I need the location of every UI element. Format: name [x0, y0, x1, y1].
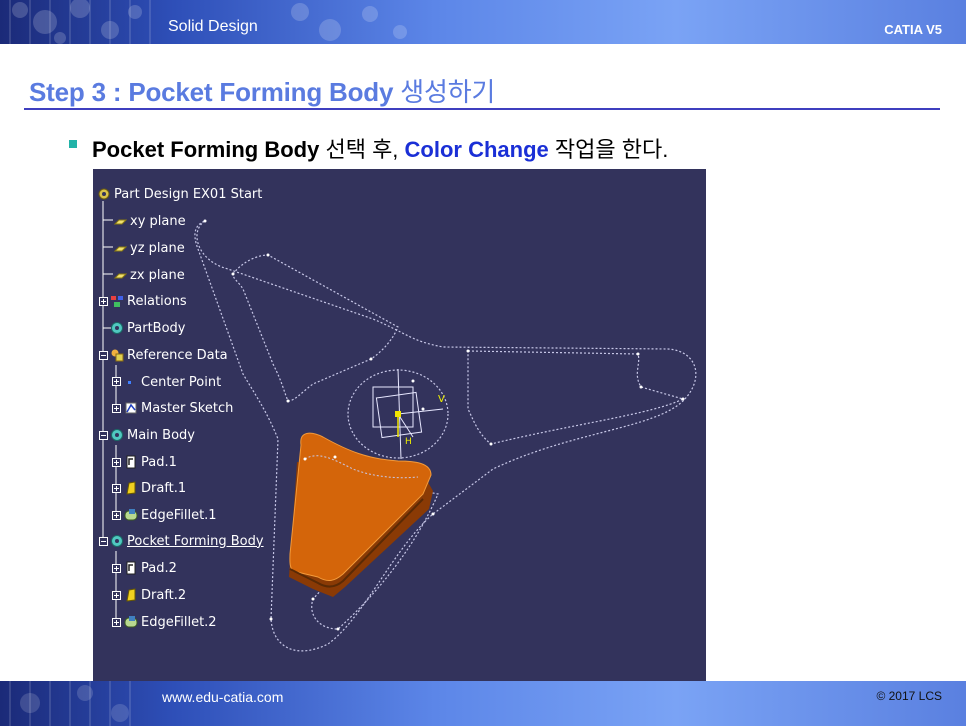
geometrical-set-icon — [110, 348, 124, 362]
footer-band: www.edu-catia.com © 2017 LCS — [0, 681, 966, 726]
reference-data-collapse-toggle[interactable] — [99, 351, 108, 360]
tree-item-label: Relations — [127, 293, 187, 309]
relations-icon — [110, 294, 124, 308]
bullet-part-3: Color Change — [404, 137, 549, 162]
tree-item-draft2[interactable]: Draft.2 — [124, 585, 186, 605]
catia-3d-viewport[interactable]: V H Part Design EX01 Start xy plane yz p… — [93, 169, 706, 681]
bullet-text: Pocket Forming Body 선택 후, Color Change 작… — [92, 132, 668, 164]
header-band: Solid Design CATIA V5 — [0, 0, 966, 44]
tree-item-relations[interactable]: Relations — [110, 291, 187, 311]
bullet-part-4: 작업을 한다. — [548, 137, 669, 162]
bullet-part-2: 선택 후, — [319, 137, 405, 162]
slide-title-en: Step 3 : Pocket Forming Body — [29, 77, 394, 107]
axis-label-v: V — [438, 394, 445, 405]
edge-fillet-icon — [124, 615, 138, 629]
tree-item-pocket-forming-body[interactable]: Pocket Forming Body — [110, 531, 264, 551]
slide-title-ko: 생성하기 — [393, 77, 496, 107]
master-sketch-expand-toggle[interactable] — [112, 404, 121, 413]
footer-website-link[interactable]: www.edu-catia.com — [162, 689, 283, 705]
tree-item-label: Part Design EX01 Start — [114, 186, 263, 202]
tree-item-label: EdgeFillet.1 — [141, 507, 217, 523]
edgefillet1-expand-toggle[interactable] — [112, 511, 121, 520]
tree-item-pad2[interactable]: Pad.2 — [124, 558, 177, 578]
body-gear-icon — [110, 428, 124, 442]
tree-item-label: yz plane — [130, 240, 185, 256]
tree-item-label: Center Point — [141, 374, 222, 390]
part-gear-icon — [97, 187, 111, 201]
tree-item-center-point[interactable]: Center Point — [124, 372, 221, 392]
pad1-expand-toggle[interactable] — [112, 458, 121, 467]
tree-item-edgefillet2[interactable]: EdgeFillet.2 — [124, 612, 217, 632]
tree-item-label: zx plane — [130, 267, 185, 283]
inner-pocket-outline-right — [467, 350, 685, 445]
relations-expand-toggle[interactable] — [99, 297, 108, 306]
tree-item-edgefillet1[interactable]: EdgeFillet.1 — [124, 505, 217, 525]
tree-item-reference-data[interactable]: Reference Data — [110, 345, 228, 365]
center-point-expand-toggle[interactable] — [112, 377, 121, 386]
draft-icon — [124, 588, 138, 602]
pad-icon — [124, 455, 138, 469]
tree-item-draft1[interactable]: Draft.1 — [124, 478, 186, 498]
tree-item-label: Draft.2 — [141, 587, 187, 603]
tree-item-zx-plane[interactable]: zx plane — [113, 265, 185, 285]
axis-label-h: H — [405, 437, 412, 447]
tree-item-xy-plane[interactable]: xy plane — [113, 211, 186, 231]
plane-icon — [113, 241, 128, 255]
pad-icon — [124, 561, 138, 575]
tree-item-yz-plane[interactable]: yz plane — [113, 238, 185, 258]
header-product-title: CATIA V5 — [884, 22, 942, 37]
header-section-title: Solid Design — [168, 18, 258, 35]
edgefillet2-expand-toggle[interactable] — [112, 618, 121, 627]
footer-copyright: © 2017 LCS — [876, 689, 942, 703]
pad2-expand-toggle[interactable] — [112, 564, 121, 573]
specification-tree: Part Design EX01 Start xy plane yz plane… — [93, 169, 353, 681]
draft2-expand-toggle[interactable] — [112, 591, 121, 600]
pocket-forming-body-collapse-toggle[interactable] — [99, 537, 108, 546]
tree-item-label: Pad.1 — [141, 454, 177, 470]
plane-icon — [113, 268, 128, 282]
tree-item-master-sketch[interactable]: Master Sketch — [124, 398, 233, 418]
tree-item-label: Draft.1 — [141, 480, 187, 496]
body-gear-icon — [110, 321, 124, 335]
point-icon — [124, 375, 138, 389]
tree-item-main-body[interactable]: Main Body — [110, 425, 195, 445]
tree-item-label: Reference Data — [127, 347, 228, 363]
body-gear-icon — [110, 534, 124, 548]
tree-item-label: Main Body — [127, 427, 195, 443]
tree-item-label: Pad.2 — [141, 560, 177, 576]
tree-item-pad1[interactable]: Pad.1 — [124, 452, 177, 472]
title-underline — [24, 108, 940, 110]
main-body-collapse-toggle[interactable] — [99, 431, 108, 440]
sketch-icon — [124, 401, 138, 415]
bullet-part-1: Pocket Forming Body — [92, 137, 320, 162]
tree-item-label: xy plane — [130, 213, 186, 229]
tree-item-label: PartBody — [127, 320, 186, 336]
tree-item-label: Pocket Forming Body — [127, 533, 264, 549]
draft1-expand-toggle[interactable] — [112, 484, 121, 493]
bullet-marker — [69, 140, 77, 148]
slide-title: Step 3 : Pocket Forming Body 생성하기 — [29, 72, 495, 109]
edge-fillet-icon — [124, 508, 138, 522]
tree-item-partbody[interactable]: PartBody — [110, 318, 185, 338]
draft-icon — [124, 481, 138, 495]
tree-item-label: Master Sketch — [141, 400, 234, 416]
plane-icon — [113, 214, 128, 228]
tree-item-part-root[interactable]: Part Design EX01 Start — [97, 184, 262, 204]
tree-item-label: EdgeFillet.2 — [141, 614, 217, 630]
